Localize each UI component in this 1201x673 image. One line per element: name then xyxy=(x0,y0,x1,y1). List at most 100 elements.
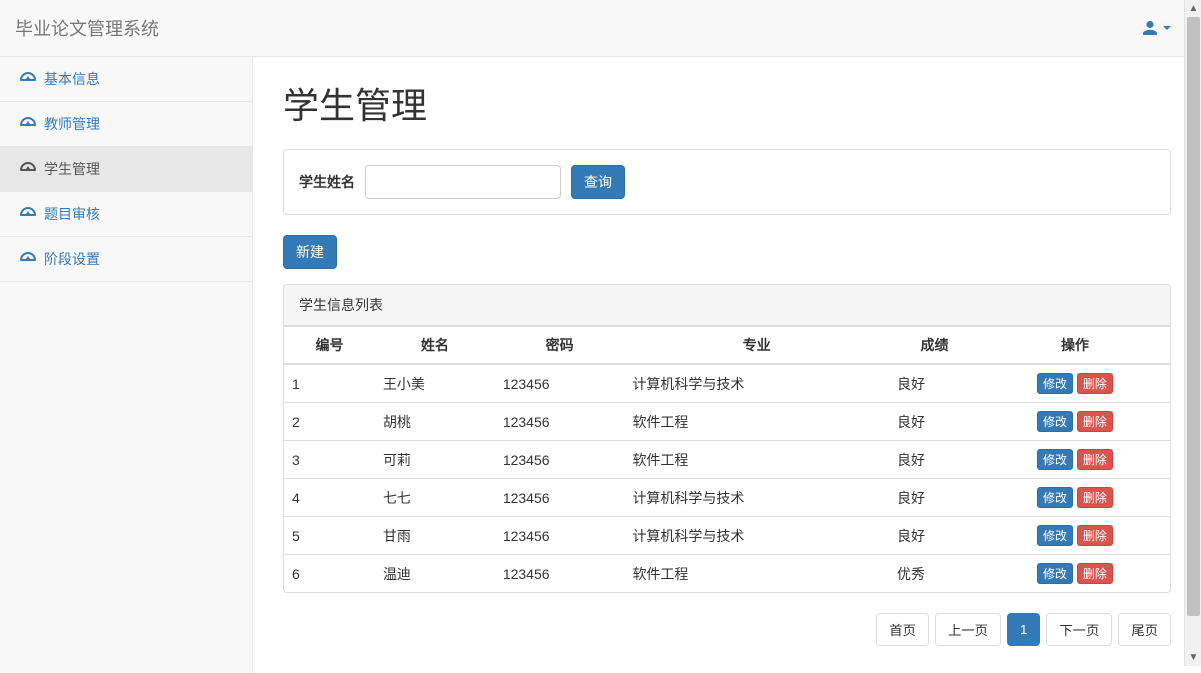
main-content: 学生管理 学生姓名 查询 新建 学生信息列表 编号 姓名 密码 专业 成绩 操作 xyxy=(253,57,1201,673)
cell-id: 5 xyxy=(284,517,375,555)
table-row: 3 可莉 123456 软件工程 良好 修改 删除 xyxy=(284,441,1170,479)
search-panel: 学生姓名 查询 xyxy=(283,149,1171,215)
cell-major: 软件工程 xyxy=(624,441,889,479)
new-button[interactable]: 新建 xyxy=(283,235,337,269)
edit-button[interactable]: 修改 xyxy=(1037,449,1073,470)
edit-button[interactable]: 修改 xyxy=(1037,487,1073,508)
cell-password: 123456 xyxy=(495,555,625,593)
cell-password: 123456 xyxy=(495,403,625,441)
col-grade: 成绩 xyxy=(889,327,980,365)
cell-major: 计算机科学与技术 xyxy=(624,479,889,517)
caret-down-icon xyxy=(1163,26,1171,30)
edit-button[interactable]: 修改 xyxy=(1037,411,1073,432)
col-actions: 操作 xyxy=(980,327,1170,365)
cell-actions: 修改 删除 xyxy=(980,403,1170,441)
student-table: 编号 姓名 密码 专业 成绩 操作 1 王小美 123456 计算机科学与技术 … xyxy=(284,326,1170,592)
search-label: 学生姓名 xyxy=(299,172,355,192)
edit-button[interactable]: 修改 xyxy=(1037,563,1073,584)
delete-button[interactable]: 删除 xyxy=(1077,449,1113,470)
sidebar-item-topic-review[interactable]: 题目审核 xyxy=(0,192,252,237)
sidebar-item-label: 基本信息 xyxy=(44,69,100,89)
page-first[interactable]: 首页 xyxy=(876,613,929,646)
cell-major: 软件工程 xyxy=(624,555,889,593)
cell-grade: 良好 xyxy=(889,441,980,479)
search-button[interactable]: 查询 xyxy=(571,165,625,199)
user-dropdown[interactable] xyxy=(1128,6,1186,50)
cell-name: 王小美 xyxy=(375,364,495,403)
table-panel: 学生信息列表 编号 姓名 密码 专业 成绩 操作 1 王小美 123456 计算… xyxy=(283,284,1171,593)
panel-heading: 学生信息列表 xyxy=(284,285,1170,326)
navbar-brand: 毕业论文管理系统 xyxy=(15,0,159,56)
cell-major: 软件工程 xyxy=(624,403,889,441)
table-row: 1 王小美 123456 计算机科学与技术 良好 修改 删除 xyxy=(284,364,1170,403)
cell-major: 计算机科学与技术 xyxy=(624,517,889,555)
col-name: 姓名 xyxy=(375,327,495,365)
cell-actions: 修改 删除 xyxy=(980,364,1170,403)
col-password: 密码 xyxy=(495,327,625,365)
dashboard-icon xyxy=(20,117,36,131)
dashboard-icon xyxy=(20,72,36,86)
dashboard-icon xyxy=(20,252,36,266)
sidebar: 基本信息 教师管理 学生管理 题目审核 阶段设置 xyxy=(0,57,253,673)
pagination: 首页 上一页 1 下一页 尾页 xyxy=(283,613,1171,646)
cell-grade: 优秀 xyxy=(889,555,980,593)
delete-button[interactable]: 删除 xyxy=(1077,411,1113,432)
cell-actions: 修改 删除 xyxy=(980,441,1170,479)
scrollbar-up-arrow[interactable]: ▲ xyxy=(1185,0,1201,17)
cell-actions: 修改 删除 xyxy=(980,517,1170,555)
navbar: 毕业论文管理系统 xyxy=(0,0,1201,57)
cell-name: 胡桃 xyxy=(375,403,495,441)
cell-grade: 良好 xyxy=(889,479,980,517)
delete-button[interactable]: 删除 xyxy=(1077,563,1113,584)
cell-id: 6 xyxy=(284,555,375,593)
cell-name: 温迪 xyxy=(375,555,495,593)
sidebar-item-student-mgmt[interactable]: 学生管理 xyxy=(0,147,252,192)
dashboard-icon xyxy=(20,162,36,176)
scrollbar-down-arrow[interactable]: ▼ xyxy=(1185,649,1201,666)
table-row: 2 胡桃 123456 软件工程 良好 修改 删除 xyxy=(284,403,1170,441)
table-header-row: 编号 姓名 密码 专业 成绩 操作 xyxy=(284,327,1170,365)
container: 基本信息 教师管理 学生管理 题目审核 阶段设置 学生管理 学生姓名 查询 新建… xyxy=(0,57,1201,673)
cell-name: 可莉 xyxy=(375,441,495,479)
sidebar-item-label: 教师管理 xyxy=(44,114,100,134)
cell-grade: 良好 xyxy=(889,517,980,555)
col-major: 专业 xyxy=(624,327,889,365)
edit-button[interactable]: 修改 xyxy=(1037,373,1073,394)
table-row: 5 甘雨 123456 计算机科学与技术 良好 修改 删除 xyxy=(284,517,1170,555)
cell-id: 1 xyxy=(284,364,375,403)
navbar-right xyxy=(1128,6,1186,50)
delete-button[interactable]: 删除 xyxy=(1077,487,1113,508)
cell-grade: 良好 xyxy=(889,403,980,441)
sidebar-item-phase-settings[interactable]: 阶段设置 xyxy=(0,237,252,282)
cell-id: 4 xyxy=(284,479,375,517)
page-current[interactable]: 1 xyxy=(1007,613,1040,646)
student-name-input[interactable] xyxy=(365,165,561,199)
cell-password: 123456 xyxy=(495,517,625,555)
table-row: 4 七七 123456 计算机科学与技术 良好 修改 删除 xyxy=(284,479,1170,517)
cell-id: 2 xyxy=(284,403,375,441)
cell-password: 123456 xyxy=(495,364,625,403)
sidebar-item-label: 学生管理 xyxy=(44,159,100,179)
sidebar-item-label: 阶段设置 xyxy=(44,249,100,269)
edit-button[interactable]: 修改 xyxy=(1037,525,1073,546)
sidebar-item-teacher-mgmt[interactable]: 教师管理 xyxy=(0,102,252,147)
cell-name: 七七 xyxy=(375,479,495,517)
page-next[interactable]: 下一页 xyxy=(1046,613,1112,646)
cell-password: 123456 xyxy=(495,441,625,479)
user-icon xyxy=(1143,21,1157,35)
table-row: 6 温迪 123456 软件工程 优秀 修改 删除 xyxy=(284,555,1170,593)
delete-button[interactable]: 删除 xyxy=(1077,373,1113,394)
cell-id: 3 xyxy=(284,441,375,479)
sidebar-item-basic-info[interactable]: 基本信息 xyxy=(0,57,252,102)
sidebar-item-label: 题目审核 xyxy=(44,204,100,224)
scrollbar-track[interactable]: ▲ ▼ xyxy=(1184,0,1201,666)
delete-button[interactable]: 删除 xyxy=(1077,525,1113,546)
page-last[interactable]: 尾页 xyxy=(1118,613,1171,646)
scrollbar-thumb[interactable] xyxy=(1187,17,1200,616)
dashboard-icon xyxy=(20,207,36,221)
cell-major: 计算机科学与技术 xyxy=(624,364,889,403)
page-prev[interactable]: 上一页 xyxy=(935,613,1001,646)
cell-password: 123456 xyxy=(495,479,625,517)
cell-grade: 良好 xyxy=(889,364,980,403)
col-id: 编号 xyxy=(284,327,375,365)
